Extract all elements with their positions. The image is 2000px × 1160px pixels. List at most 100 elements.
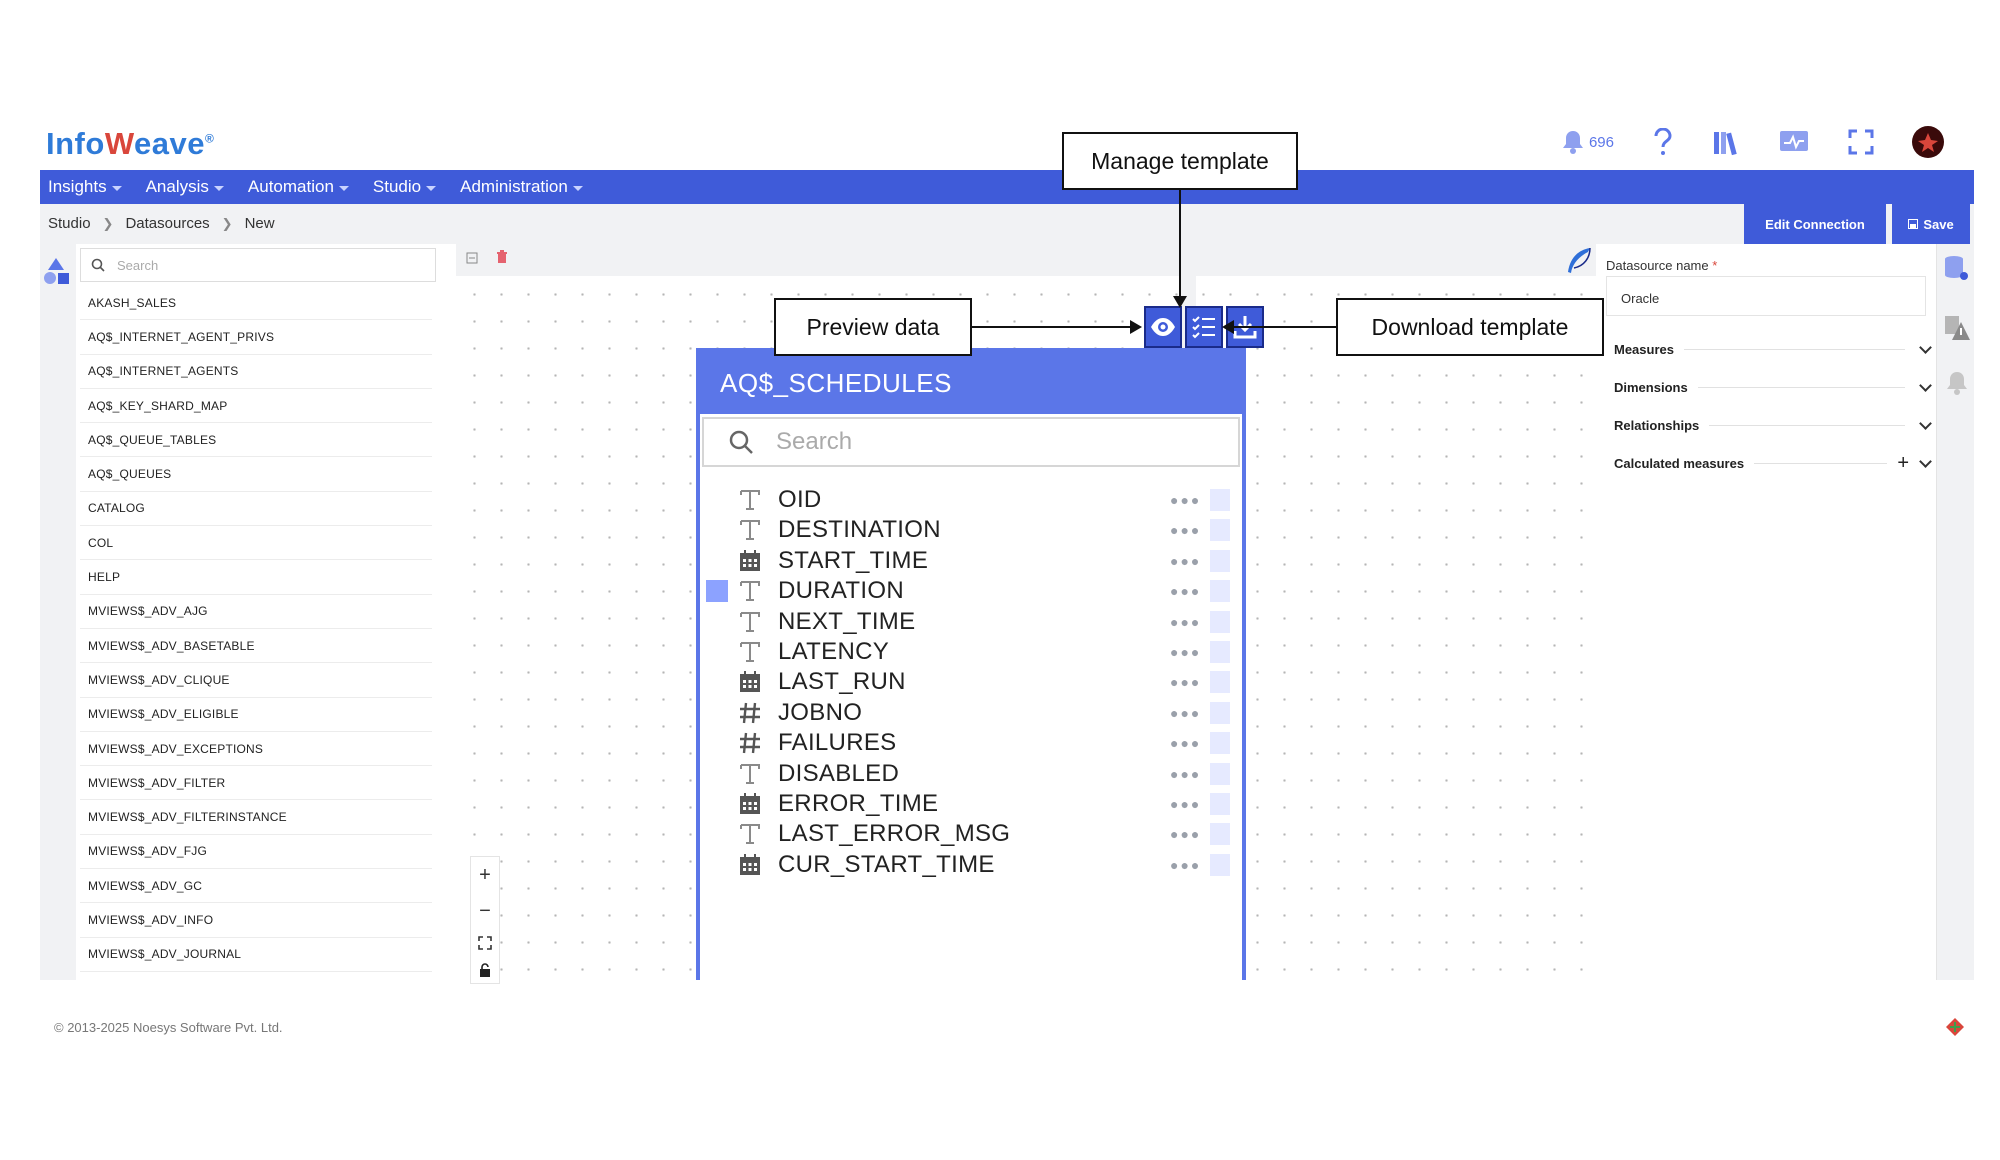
- infoweave-logo[interactable]: InfoWeave®: [46, 126, 214, 162]
- save-button[interactable]: Save: [1892, 204, 1970, 244]
- calendar-icon: [736, 668, 764, 696]
- more-options-icon[interactable]: ●●●: [1170, 796, 1201, 812]
- table-list-item[interactable]: MVIEWS$_ADV_FILTER: [80, 766, 432, 801]
- field-checkbox[interactable]: [1210, 610, 1230, 633]
- section-calculated-measures[interactable]: Calculated measures +: [1614, 452, 1934, 474]
- field-selected-marker[interactable]: [706, 580, 728, 603]
- more-options-icon[interactable]: ●●●: [1170, 522, 1201, 538]
- avatar[interactable]: [1912, 126, 1944, 158]
- eye-icon: [1151, 318, 1175, 336]
- shapes-icon[interactable]: [42, 256, 72, 286]
- field-checkbox[interactable]: [1210, 519, 1230, 542]
- table-list-item[interactable]: AQ$_INTERNET_AGENT_PRIVS: [80, 320, 432, 355]
- field-checkbox[interactable]: [1210, 580, 1230, 603]
- more-options-icon[interactable]: ●●●: [1170, 492, 1201, 508]
- field-checkbox[interactable]: [1210, 732, 1230, 755]
- notifications[interactable]: 696: [1561, 129, 1614, 155]
- table-card-title[interactable]: AQ$_SCHEDULES: [700, 352, 1242, 414]
- more-options-icon[interactable]: ●●●: [1170, 705, 1201, 721]
- table-list-item[interactable]: AQ$_KEY_SHARD_MAP: [80, 389, 432, 424]
- manage-template-button[interactable]: [1185, 306, 1223, 348]
- database-settings-icon[interactable]: [1943, 254, 1969, 282]
- field-checkbox[interactable]: [1210, 641, 1230, 663]
- notification-icon[interactable]: [1945, 370, 1969, 396]
- table-list-item[interactable]: HELP: [80, 560, 432, 595]
- more-options-icon[interactable]: ●●●: [1170, 826, 1201, 842]
- nav-studio[interactable]: Studio: [373, 177, 437, 197]
- arrow-head: [1130, 320, 1142, 334]
- breadcrumb-datasources[interactable]: Datasources: [125, 215, 209, 232]
- more-options-icon[interactable]: ●●●: [1170, 766, 1201, 782]
- field-checkbox[interactable]: [1210, 671, 1230, 694]
- more-options-icon[interactable]: ●●●: [1170, 857, 1201, 873]
- field-checkbox[interactable]: [1210, 823, 1230, 846]
- table-list-item[interactable]: AKASH_SALES: [80, 286, 432, 321]
- more-options-icon[interactable]: ●●●: [1170, 644, 1201, 660]
- field-checkbox[interactable]: [1210, 793, 1230, 815]
- nav-insights[interactable]: Insights: [48, 177, 122, 197]
- table-list-item[interactable]: MVIEWS$_ADV_EXCEPTIONS: [80, 732, 432, 767]
- more-options-icon[interactable]: ●●●: [1170, 735, 1201, 751]
- text-type-icon: [736, 638, 764, 666]
- field-checkbox[interactable]: [1210, 762, 1230, 785]
- field-row[interactable]: CUR_START_TIME ●●●: [700, 847, 1242, 883]
- more-options-icon[interactable]: ●●●: [1170, 583, 1201, 599]
- table-list-item[interactable]: MVIEWS$_ADV_CLIQUE: [80, 663, 432, 698]
- lock-icon[interactable]: [479, 962, 491, 977]
- chevron-right-icon: ❯: [102, 215, 114, 231]
- text-type-icon: [736, 608, 764, 636]
- nav-administration[interactable]: Administration: [460, 177, 583, 197]
- datasource-properties-panel: Datasource name * Oracle Measures Dimens…: [1596, 244, 1936, 980]
- warning-icon[interactable]: [1943, 314, 1971, 342]
- nav-automation[interactable]: Automation: [248, 177, 349, 197]
- text-type-icon: [736, 486, 764, 514]
- field-name: OID: [778, 486, 822, 513]
- fit-icon[interactable]: [478, 935, 492, 950]
- zoom-in-icon[interactable]: +: [479, 864, 491, 887]
- trash-icon[interactable]: [496, 250, 508, 264]
- table-list-item[interactable]: MVIEWS$_ADV_GC: [80, 869, 432, 904]
- field-checkbox[interactable]: [1210, 853, 1230, 876]
- preview-data-button[interactable]: [1144, 306, 1182, 348]
- field-name: LAST_ERROR_MSG: [778, 820, 1011, 848]
- more-options-icon[interactable]: ●●●: [1170, 553, 1201, 569]
- add-icon[interactable]: +: [1897, 452, 1909, 475]
- table-list-item[interactable]: AQ$_QUEUE_TABLES: [80, 423, 432, 458]
- field-search-input[interactable]: Search: [702, 417, 1240, 467]
- table-list-item[interactable]: MVIEWS$_ADV_AJG: [80, 595, 432, 629]
- table-list-item[interactable]: MVIEWS$_ADV_JOURNAL: [80, 938, 432, 972]
- table-card[interactable]: AQ$_SCHEDULES Search OID ●●● DESTINATION ●●…: [696, 348, 1246, 980]
- field-checkbox[interactable]: [1210, 549, 1230, 572]
- collapse-icon[interactable]: [466, 252, 478, 264]
- feather-icon[interactable]: [1564, 246, 1594, 276]
- table-list-panel: Search AKASH_SALES AQ$_INTERNET_AGENT_PRI…: [76, 244, 480, 980]
- datasource-name-input[interactable]: Oracle: [1606, 276, 1926, 316]
- edit-connection-button[interactable]: Edit Connection: [1744, 204, 1886, 244]
- section-measures[interactable]: Measures: [1614, 338, 1934, 360]
- table-list-item[interactable]: MVIEWS$_ADV_BASETABLE: [80, 629, 432, 664]
- section-dimensions[interactable]: Dimensions: [1614, 376, 1934, 398]
- more-options-icon[interactable]: ●●●: [1170, 614, 1201, 630]
- table-list-item[interactable]: AQ$_INTERNET_AGENTS: [80, 355, 432, 389]
- monitor-icon[interactable]: [1778, 129, 1810, 155]
- table-list-item[interactable]: AQ$_QUEUES: [80, 457, 432, 492]
- table-list-item[interactable]: CATALOG: [80, 492, 432, 527]
- section-relationships[interactable]: Relationships: [1614, 414, 1934, 436]
- breadcrumb-studio[interactable]: Studio: [48, 215, 91, 232]
- table-list-item[interactable]: MVIEWS$_ADV_INFO: [80, 903, 432, 938]
- table-search-input[interactable]: Search: [80, 248, 436, 282]
- fullscreen-icon[interactable]: [1848, 129, 1874, 155]
- zoom-out-icon[interactable]: −: [479, 900, 491, 923]
- table-list-item[interactable]: COL: [80, 526, 432, 561]
- field-checkbox[interactable]: [1210, 489, 1230, 511]
- breadcrumb: Studio ❯ Datasources ❯ New: [48, 215, 275, 232]
- table-list-item[interactable]: MVIEWS$_ADV_FILTERINSTANCE: [80, 800, 432, 835]
- library-icon[interactable]: [1712, 128, 1740, 156]
- table-list-item[interactable]: MVIEWS$_ADV_LEVEL: [80, 972, 432, 976]
- nav-analysis[interactable]: Analysis: [146, 177, 224, 197]
- help-icon[interactable]: [1652, 128, 1674, 156]
- table-list-item[interactable]: MVIEWS$_ADV_FJG: [80, 835, 432, 870]
- table-list-item[interactable]: MVIEWS$_ADV_ELIGIBLE: [80, 698, 432, 732]
- more-options-icon[interactable]: ●●●: [1170, 674, 1201, 690]
- field-checkbox[interactable]: [1210, 701, 1230, 724]
